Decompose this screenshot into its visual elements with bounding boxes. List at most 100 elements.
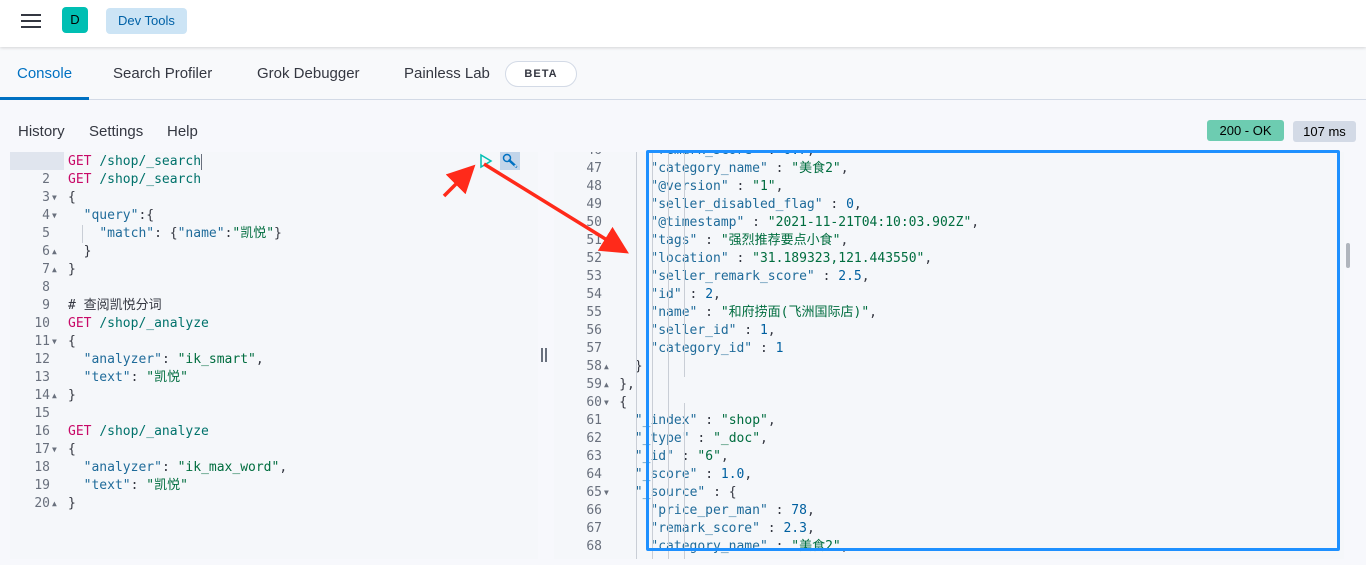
code-token: : [767,503,792,518]
space-avatar[interactable]: D [62,7,88,33]
indent-guide [684,403,685,559]
code-line[interactable]: "location" : "31.189323,121.443550", [650,250,932,268]
code-line[interactable]: "_index" : "shop", [635,412,776,430]
code-line[interactable]: "seller_id" : 1, [650,322,775,340]
code-token: , [971,215,980,230]
code-line[interactable]: "category_id" : 1 [650,340,783,358]
line-number: 11 [34,334,50,349]
response-code-area[interactable]: "remark_score" : 0.7,"category_name" : "… [616,152,1344,559]
code-line[interactable]: { [68,333,76,351]
settings-link[interactable]: Settings [89,123,143,140]
wrench-icon[interactable] [500,152,520,170]
code-token: "category_id" [650,341,753,356]
request-time-badge: 107 ms [1293,121,1356,142]
hamburger-menu-icon[interactable] [21,14,41,30]
request-editor[interactable]: 123▼4▼56▲7▲891011▼121314▲151617▼181920▲ … [10,152,538,559]
fold-expand-icon[interactable]: ▲ [52,387,57,405]
code-line[interactable]: "@timestamp" : "2021-11-21T04:10:03.902Z… [650,214,979,232]
code-token: , [279,460,288,475]
code-line[interactable]: "remark_score" : 2.3, [650,520,814,538]
code-token: 0.7 [783,152,806,158]
fold-collapse-icon[interactable]: ▼ [604,484,609,502]
line-number: 50 [586,215,602,230]
code-token: } [68,388,76,403]
fold-collapse-icon[interactable]: ▼ [52,441,57,459]
code-line[interactable]: { [619,394,627,412]
line-number: 58 [586,359,602,374]
tab-console[interactable]: Console [0,47,90,100]
code-line[interactable]: "seller_disabled_flag" : 0, [650,196,861,214]
code-token: "ik_smart" [177,352,256,367]
code-line[interactable]: "analyzer": "ik_smart", [68,351,264,369]
fold-collapse-icon[interactable]: ▼ [52,207,57,225]
code-line[interactable]: } [68,495,76,513]
code-line[interactable]: GET /shop/_search [68,171,201,189]
fold-collapse-icon[interactable]: ▼ [52,189,57,207]
code-line[interactable]: "analyzer": "ik_max_word", [68,459,288,477]
code-token: : [697,413,721,428]
play-icon[interactable] [478,153,494,169]
code-line[interactable]: "text": "凯悦" [68,369,188,387]
fold-collapse-icon[interactable]: ▼ [52,333,57,351]
code-line[interactable]: "category_name" : "美食2", [650,538,848,556]
code-line[interactable]: } [68,243,92,261]
code-line[interactable]: "_id" : "6", [635,448,729,466]
fold-expand-icon[interactable]: ▲ [604,358,609,376]
indent-guide [636,152,637,559]
code-line[interactable]: "text": "凯悦" [68,477,188,495]
response-scrollbar[interactable] [1346,243,1350,268]
code-token: , [807,152,815,158]
code-line[interactable]: # 查阅凯悦分词 [68,297,162,315]
line-number: 66 [586,503,602,518]
code-line[interactable]: "price_per_man" : 78, [650,502,814,520]
code-line[interactable]: "category_name" : "美食2", [650,160,848,178]
code-line[interactable]: { [68,441,76,459]
code-token: }, [619,377,635,392]
code-token: , [840,161,849,176]
code-line[interactable]: GET /shop/_analyze [68,423,209,441]
dev-tools-tabs: Console Search Profiler Grok Debugger Pa… [0,47,1366,100]
fold-expand-icon[interactable]: ▲ [604,376,609,394]
code-token: "analyzer" [83,460,162,475]
panel-resizer[interactable] [541,348,549,364]
code-token: { [619,395,628,410]
code-line[interactable]: "@version" : "1", [650,178,783,196]
code-token: 2.3 [783,521,807,536]
code-line[interactable]: "query":{ [68,207,154,225]
text-cursor [201,153,203,170]
code-token: : [736,323,760,338]
response-editor[interactable]: 46474849505152535455565758▲59▲60▼6162636… [554,152,1344,559]
help-link[interactable]: Help [167,123,198,140]
tab-painless-lab[interactable]: Painless Lab [404,47,490,100]
code-token: : { [705,485,737,500]
request-code-area[interactable]: GET /shop/_search GET /shop/_search{ "que… [64,152,538,559]
code-token: , [806,503,815,518]
line-number: 65 [586,485,602,500]
fold-expand-icon[interactable]: ▲ [52,243,57,261]
code-token: : [728,179,753,194]
code-line[interactable]: { [68,189,76,207]
code-line[interactable]: "remark_score" : 0.7, [650,152,814,160]
code-line[interactable]: "_type" : "_doc", [635,430,768,448]
code-line[interactable]: "_source" : { [635,484,737,502]
code-line[interactable]: GET /shop/_search [68,153,203,171]
line-number: 68 [586,539,602,554]
code-line[interactable]: "id" : 2, [650,286,720,304]
fold-collapse-icon[interactable]: ▼ [604,394,609,412]
line-number: 49 [586,197,602,212]
tab-grok-debugger[interactable]: Grok Debugger [257,47,360,100]
history-link[interactable]: History [18,123,65,140]
code-line[interactable]: } [68,261,76,279]
code-token: : [822,197,847,212]
code-line[interactable]: }, [619,376,635,394]
tab-search-profiler[interactable]: Search Profiler [113,47,212,100]
code-line[interactable]: "match": {"name":"凯悦"} [68,225,282,243]
code-line[interactable]: } [68,387,76,405]
code-line[interactable]: GET /shop/_analyze [68,315,209,333]
code-token: : [744,215,768,230]
fold-expand-icon[interactable]: ▲ [52,495,57,513]
code-line[interactable]: "tags" : "强烈推荐要点小食", [650,232,848,250]
breadcrumb-dev-tools[interactable]: Dev Tools [106,8,187,34]
fold-expand-icon[interactable]: ▲ [52,261,57,279]
